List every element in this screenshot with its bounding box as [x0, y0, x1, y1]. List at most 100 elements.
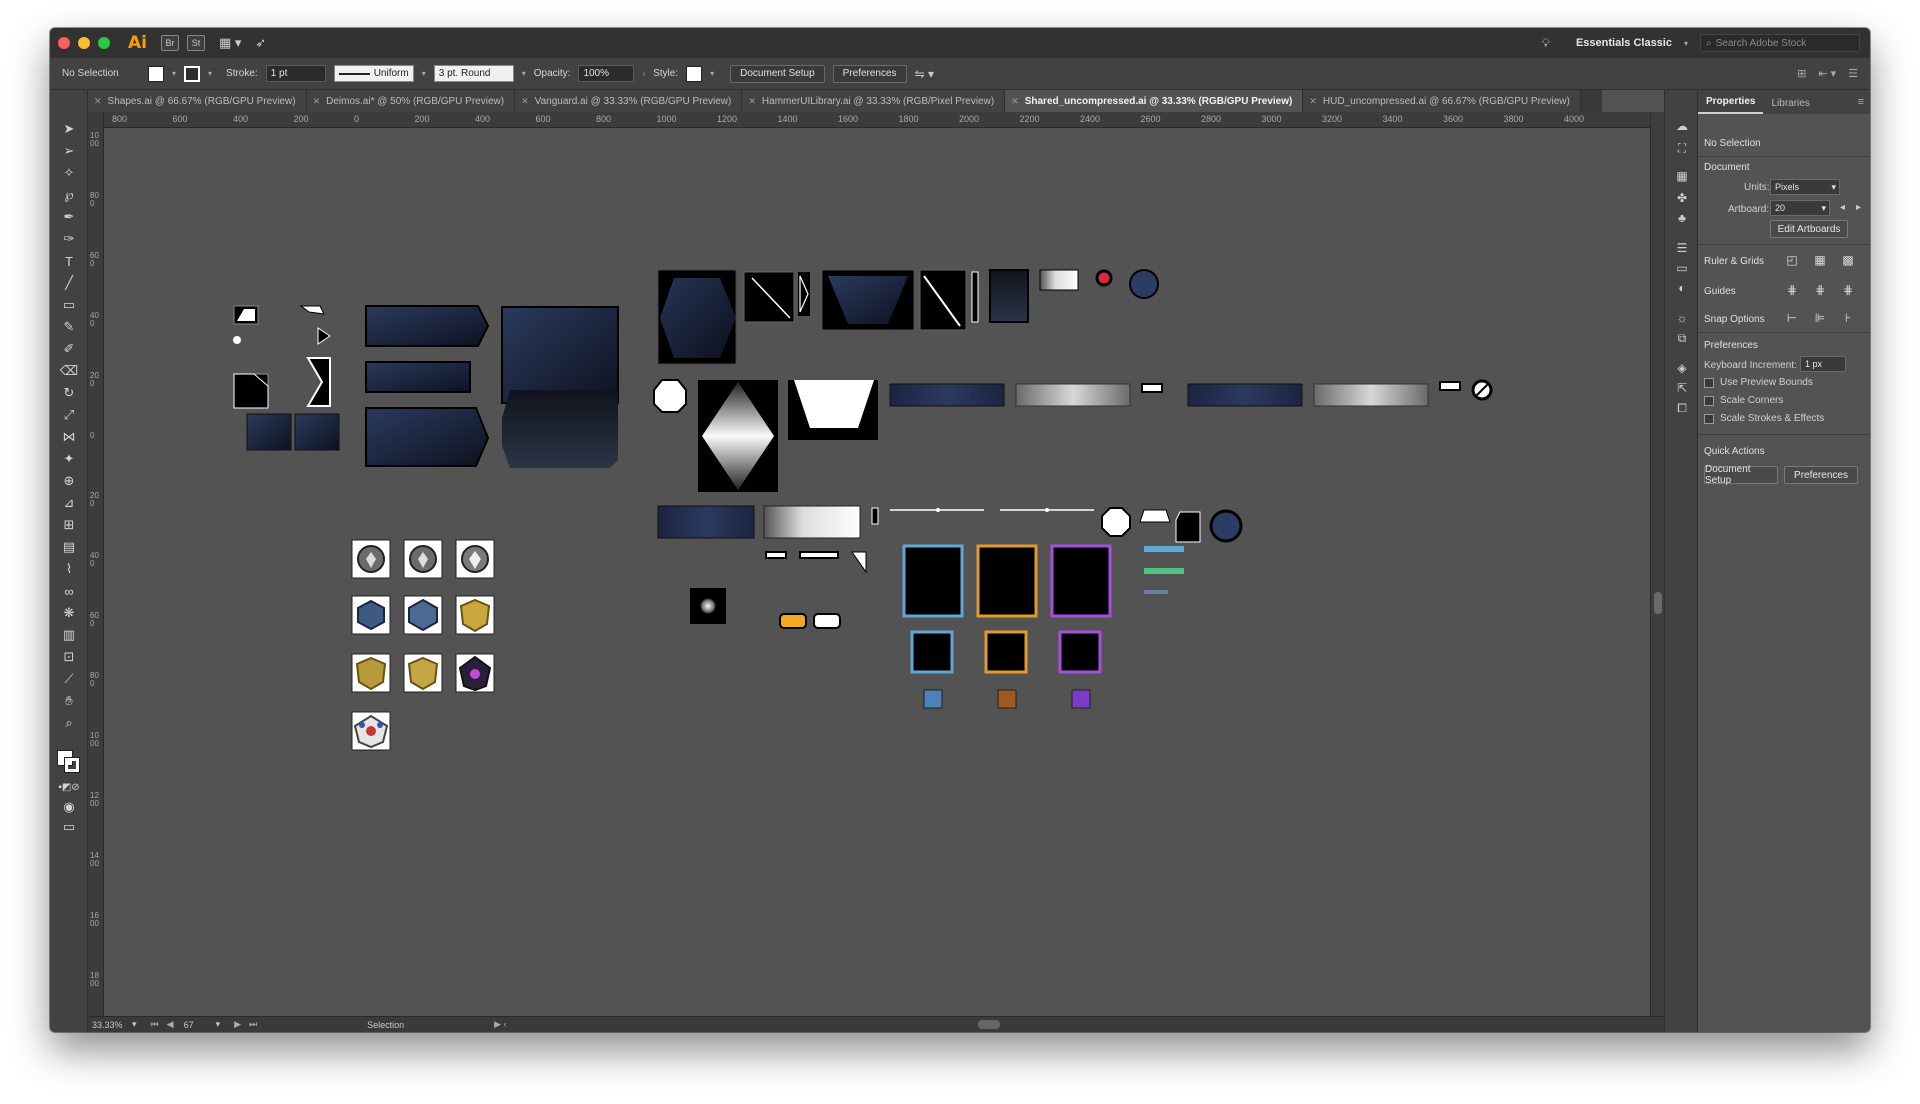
symbol-sprayer-tool-icon[interactable]: ❋	[57, 604, 81, 622]
arrange-icon[interactable]: ⇋ ▾	[915, 67, 934, 81]
artboard-number[interactable]: 67	[184, 1020, 194, 1030]
slice-tool-icon[interactable]: ⟋	[57, 670, 81, 688]
cc-libraries-icon[interactable]: ☁︎	[1673, 118, 1691, 134]
smart-guides-icon[interactable]: ⋕	[1840, 282, 1856, 298]
chevron-down-icon[interactable]: ▾	[1684, 39, 1688, 48]
rectangle-tool-icon[interactable]: ▭	[57, 296, 81, 314]
vertical-ruler[interactable]: 1000 800 600 400 200 0 200 400 600 800 1000 1200 140…	[88, 112, 104, 1032]
close-tab-icon[interactable]: ✕	[94, 96, 102, 107]
quick-preferences-button[interactable]: Preferences	[1784, 466, 1858, 484]
artboard-select[interactable]: 20 ▾	[1770, 200, 1830, 216]
appearance-icon[interactable]: ☼	[1673, 310, 1691, 326]
use-preview-bounds-checkbox[interactable]	[1704, 378, 1714, 388]
color-mode-icon[interactable]: ▪◩⊘	[57, 778, 81, 796]
direct-selection-tool-icon[interactable]: ➢	[57, 142, 81, 160]
chevron-right-icon[interactable]: ▶ ‹	[494, 1019, 506, 1030]
snap-to-point-icon[interactable]: ⊢	[1784, 310, 1800, 326]
previous-artboard-icon[interactable]: ◀	[167, 1019, 174, 1030]
opacity-field[interactable]: 100%	[578, 65, 635, 82]
tab-shared-uncompressed[interactable]: ✕ Shared_uncompressed.ai @ 33.33% (RGB/GP…	[1005, 90, 1304, 112]
width-tool-icon[interactable]: ⋈	[57, 428, 81, 446]
export-icon[interactable]: ⇱	[1673, 380, 1691, 396]
lasso-tool-icon[interactable]: ℘	[57, 186, 81, 204]
line-tool-icon[interactable]: ╱	[57, 274, 81, 292]
keyboard-increment-field[interactable]: 1 px	[1800, 356, 1846, 372]
snap-to-pixel-icon[interactable]: ⊫	[1812, 310, 1828, 326]
selection-tool-icon[interactable]: ➤	[57, 120, 81, 138]
gradient-tool-icon[interactable]: ▤	[57, 538, 81, 556]
puppet-warp-tool-icon[interactable]: ✦	[57, 450, 81, 468]
transform-icon[interactable]: ⇤ ▾	[1818, 67, 1836, 80]
color-guide-icon[interactable]: ▦	[1673, 168, 1691, 184]
snap-to-grid-icon[interactable]: ⊦	[1840, 310, 1856, 326]
symbols-icon[interactable]: ♣	[1673, 210, 1691, 226]
maximize-window-button[interactable]	[98, 37, 110, 49]
scale-corners-checkbox[interactable]	[1704, 396, 1714, 406]
tab-properties[interactable]: Properties	[1698, 96, 1764, 114]
status-mode[interactable]: Selection	[367, 1020, 404, 1030]
stroke-color-swatch[interactable]	[64, 757, 80, 773]
zoom-level[interactable]: 33.33%	[88, 1020, 132, 1030]
eyedropper-tool-icon[interactable]: ⌇	[57, 560, 81, 578]
previous-artboard-icon[interactable]: ◂	[1840, 202, 1845, 213]
navy-panels[interactable]	[365, 305, 619, 468]
magic-wand-tool-icon[interactable]: ✧	[57, 164, 81, 182]
quick-document-setup-button[interactable]: Document Setup	[1704, 464, 1778, 486]
graphic-style-swatch[interactable]	[686, 65, 703, 82]
brush-definition[interactable]: 3 pt. Round	[433, 65, 514, 82]
next-artboard-icon[interactable]: ▸	[1856, 202, 1861, 213]
chevron-down-icon[interactable]: ▾	[132, 1019, 137, 1030]
draw-mode-icon[interactable]: ◉	[57, 798, 81, 816]
lightbulb-icon[interactable]: 💡︎	[1542, 36, 1550, 51]
show-guides-icon[interactable]: ⋕	[1784, 282, 1800, 298]
stroke-icon[interactable]: ☰	[1673, 240, 1691, 256]
scale-tool-icon[interactable]: ⤢	[57, 406, 81, 424]
preferences-button[interactable]: Preferences	[832, 64, 907, 83]
chevron-right-icon[interactable]: ›	[642, 69, 645, 78]
tab-deimos[interactable]: ✕ Deimos.ai* @ 50% (RGB/GPU Preview)	[306, 90, 516, 112]
arrange-documents-icon[interactable]: ▦ ▾	[219, 35, 241, 51]
ruler-icon[interactable]: ◰	[1784, 252, 1800, 268]
type-tool-icon[interactable]: T	[57, 252, 81, 270]
stock-search-input[interactable]: ⌕ Search Adobe Stock	[1700, 34, 1860, 52]
frames-and-bars[interactable]	[690, 544, 1184, 709]
align-icon[interactable]: ⊞	[1797, 67, 1806, 80]
tab-shapes[interactable]: ✕ Shapes.ai @ 66.67% (RGB/GPU Preview)	[88, 90, 307, 112]
lock-guides-icon[interactable]: ⋕	[1812, 282, 1828, 298]
chevron-down-icon[interactable]: ▾	[522, 69, 526, 78]
blend-tool-icon[interactable]: ∞	[57, 582, 81, 600]
close-tab-icon[interactable]: ✕	[1309, 96, 1317, 107]
fill-swatch[interactable]	[148, 65, 164, 82]
chevron-down-icon[interactable]: ▾	[422, 69, 426, 78]
assets-icon[interactable]: ⛶	[1673, 140, 1691, 156]
shapes-row2[interactable]	[653, 379, 1493, 492]
horizontal-ruler[interactable]: 800 600 400 200 0 200 400 600 800 1000 1200 1400 160…	[104, 112, 1650, 128]
layers-icon[interactable]: ◈	[1673, 360, 1691, 376]
rotate-tool-icon[interactable]: ↻	[57, 384, 81, 402]
stock-button[interactable]: St	[186, 35, 205, 51]
chevron-down-icon[interactable]: ▾	[208, 69, 212, 78]
edit-artboards-button[interactable]: Edit Artboards	[1770, 220, 1848, 238]
shaper-tool-icon[interactable]: ✐	[57, 340, 81, 358]
screen-mode-icon[interactable]: ▭	[57, 818, 81, 836]
bridge-button[interactable]: Br	[160, 35, 179, 51]
shape-builder-tool-icon[interactable]: ⊕	[57, 472, 81, 490]
hand-tool-icon[interactable]: ✋︎	[57, 692, 81, 710]
units-select[interactable]: Pixels ▾	[1770, 179, 1840, 195]
variable-width-profile[interactable]: Uniform	[333, 65, 414, 82]
horizontal-scroll-thumb[interactable]	[978, 1020, 1000, 1029]
grid-icon[interactable]: ▦	[1812, 252, 1828, 268]
chevron-down-icon[interactable]: ▾	[216, 1019, 221, 1030]
curvature-tool-icon[interactable]: ✑	[57, 230, 81, 248]
close-tab-icon[interactable]: ✕	[521, 96, 529, 107]
rank-badges[interactable]	[351, 539, 495, 751]
next-artboard-icon[interactable]: ▶	[234, 1019, 241, 1030]
vertical-scrollbar[interactable]	[1650, 112, 1664, 1016]
graphic-styles-icon[interactable]: ⧉	[1673, 330, 1691, 346]
minimize-window-button[interactable]	[78, 37, 90, 49]
hex-panels-row1[interactable]	[657, 269, 1159, 365]
tab-vanguard[interactable]: ✕ Vanguard.ai @ 33.33% (RGB/GPU Preview)	[515, 90, 743, 112]
artboard-tool-icon[interactable]: ⊡	[57, 648, 81, 666]
transparency-grid-icon[interactable]: ▩	[1840, 252, 1856, 268]
transparency-icon[interactable]: ◐	[1673, 280, 1691, 296]
